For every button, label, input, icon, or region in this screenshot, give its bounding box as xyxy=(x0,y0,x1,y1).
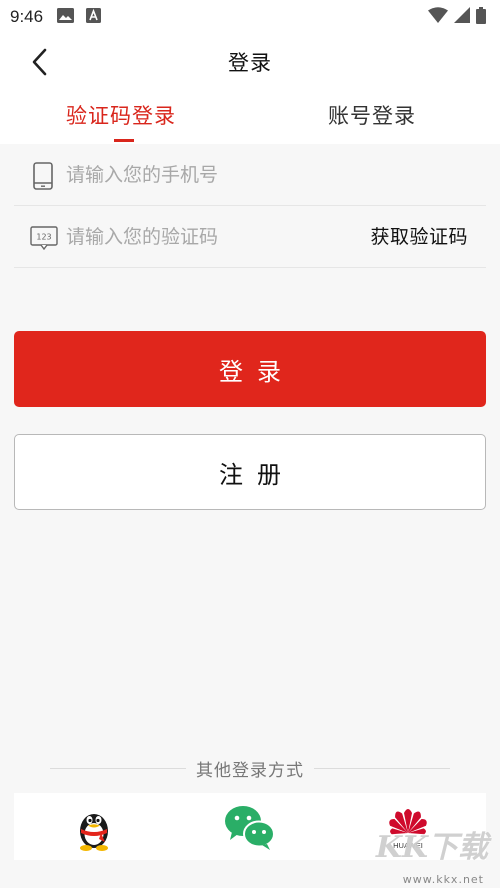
tab-active-indicator xyxy=(114,139,134,142)
login-tabs: 验证码登录 账号登录 xyxy=(0,90,500,144)
get-code-button[interactable]: 获取验证码 xyxy=(370,222,468,249)
phone-field-row xyxy=(14,144,486,206)
watermark-logo: KK下载 xyxy=(375,830,488,865)
code-field-row: 123 获取验证码 xyxy=(14,206,486,268)
verification-code-icon: 123 xyxy=(30,226,58,254)
login-button[interactable]: 登录 xyxy=(14,331,486,407)
tab-sms-login[interactable]: 验证码登录 xyxy=(66,100,176,130)
qq-icon xyxy=(80,814,108,851)
code-input[interactable] xyxy=(66,219,346,255)
wechat-icon xyxy=(225,806,275,850)
wifi-icon xyxy=(428,7,448,27)
phone-icon xyxy=(32,162,58,190)
register-button[interactable]: 注册 xyxy=(14,434,486,510)
other-login-divider: 其他登录方式 xyxy=(50,755,450,781)
status-bar: 9:46 xyxy=(0,0,500,34)
status-right-icons xyxy=(428,6,486,28)
watermark-url: www.kkx.net xyxy=(402,873,484,886)
header: 登录 xyxy=(0,34,500,90)
image-icon xyxy=(57,7,75,27)
divider-line-right xyxy=(314,767,450,769)
status-time: 9:46 xyxy=(10,7,44,26)
qq-login-button[interactable] xyxy=(68,801,120,853)
other-login-label: 其他登录方式 xyxy=(196,760,304,781)
svg-text:123: 123 xyxy=(36,233,51,242)
signal-icon xyxy=(454,7,470,27)
text-a-icon xyxy=(86,7,102,27)
back-button[interactable] xyxy=(28,46,52,78)
divider-line-left xyxy=(50,767,186,769)
wechat-login-button[interactable] xyxy=(222,801,275,853)
tab-account-login[interactable]: 账号登录 xyxy=(328,100,416,130)
status-left-icons xyxy=(57,7,102,27)
page-title: 登录 xyxy=(228,51,272,75)
login-form: 123 获取验证码 xyxy=(14,144,486,268)
battery-icon xyxy=(476,6,486,28)
phone-input[interactable] xyxy=(66,157,346,193)
chevron-left-icon xyxy=(32,48,47,76)
watermark: KK下载 www.kkx.net xyxy=(374,820,494,886)
